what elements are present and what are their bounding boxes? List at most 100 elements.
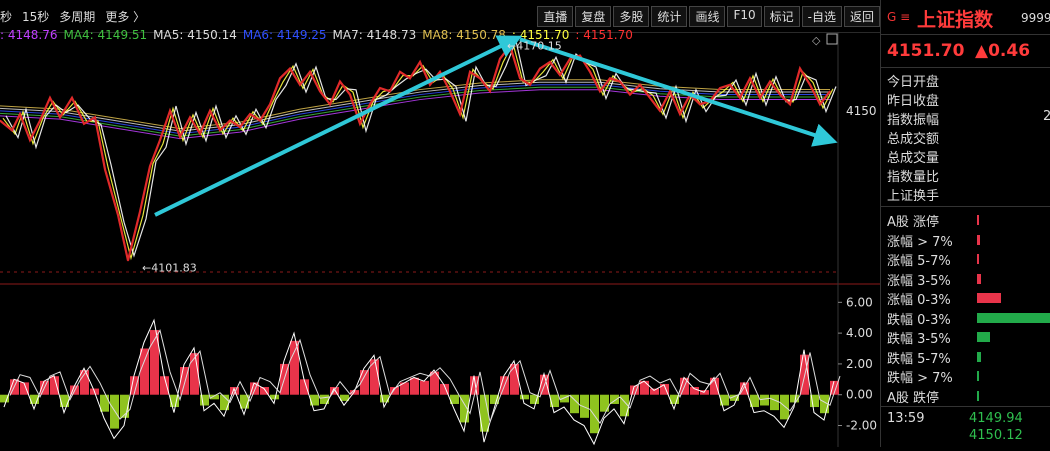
price-point — [94, 116, 96, 119]
stat-label: 上证换手 — [887, 189, 940, 204]
price-point — [149, 165, 151, 167]
distribution-bar — [977, 390, 979, 401]
price-point — [39, 119, 41, 122]
indicator-bar — [760, 394, 769, 406]
price-point — [117, 214, 119, 216]
indicator-bar — [520, 394, 529, 400]
indicator-bar — [590, 394, 599, 434]
price-point — [199, 132, 201, 135]
price-point — [209, 110, 211, 112]
price-point — [829, 90, 831, 93]
period-option[interactable]: 15秒 — [22, 10, 49, 24]
price-point — [219, 129, 221, 132]
price-point — [679, 113, 681, 115]
diamond-icon: ◇ — [812, 34, 821, 47]
price-point — [459, 113, 461, 115]
period-option[interactable]: 秒 — [0, 10, 12, 24]
tool-button[interactable]: F10 — [727, 6, 762, 27]
price-point — [759, 97, 761, 99]
distribution-row: 跌幅 > 7% — [881, 367, 1050, 387]
distribution-bar — [977, 215, 979, 225]
advance-decline-distribution: A股 涨停 涨幅 > 7% 涨幅 5-7% 涨幅 3-5% 涨幅 0-3% 跌幅 0-3%… — [881, 207, 1050, 407]
kline-chart[interactable]: 4150 ←4101.83 ←4170.15 ◇ 6.00 4.00 2.00 0.00 -2.… — [0, 32, 880, 447]
price-point — [229, 119, 231, 122]
price-point — [139, 210, 141, 213]
quote-header: G ≡ 上证指数 999999 — [881, 0, 1050, 35]
price-point — [419, 61, 421, 63]
distribution-row: A股 涨停 — [881, 211, 1050, 231]
distribution-label: 跌幅 3-5% — [887, 332, 951, 347]
stat-row: 今日开盘 — [881, 71, 1050, 90]
price-point — [409, 77, 411, 80]
tool-button[interactable]: 标记 — [763, 6, 800, 27]
price-change: ▲0.46 — [975, 41, 1031, 61]
distribution-row: 跌幅 5-7% — [881, 348, 1050, 368]
period-option[interactable]: 更多 〉 — [105, 10, 145, 24]
price-point — [439, 70, 441, 73]
index-code: 999999 — [1021, 11, 1050, 25]
price-point — [779, 93, 781, 96]
price-line — [0, 43, 831, 261]
price-point — [669, 90, 671, 93]
price-point — [399, 70, 401, 73]
stat-row: 总成交额 — [881, 128, 1050, 147]
distribution-bar — [977, 332, 990, 342]
tool-button[interactable]: -自选 — [801, 6, 842, 27]
tool-button[interactable]: 统计 — [651, 6, 688, 27]
distribution-label: A股 涨停 — [887, 215, 940, 230]
price-point — [259, 119, 261, 122]
maximize-icon — [826, 33, 838, 45]
index-name[interactable]: 上证指数 — [917, 5, 993, 32]
price-point — [629, 93, 631, 96]
price-point — [539, 67, 541, 70]
tool-button[interactable]: 返回 — [843, 6, 880, 27]
tick-row: 13:59 4149.94 — [881, 411, 1050, 428]
price-point — [449, 90, 451, 93]
indicator-bar — [110, 394, 119, 429]
price-point — [389, 90, 391, 93]
indicator-bar — [510, 363, 519, 395]
tick-value: 4150.12 — [969, 428, 1023, 443]
chart-svg[interactable]: 4150 ←4101.83 ←4170.15 ◇ 6.00 4.00 2.00 0.00 -2.… — [0, 32, 880, 447]
stat-label: 今日开盘 — [887, 75, 940, 90]
price-point — [379, 87, 381, 89]
tool-button[interactable]: 画线 — [689, 6, 726, 27]
price-point — [127, 259, 129, 262]
price-point — [169, 110, 171, 112]
price-point — [469, 70, 471, 73]
price-point — [559, 74, 561, 76]
price-point — [489, 90, 491, 93]
period-option[interactable]: 多周期 — [59, 10, 95, 24]
price-point — [104, 168, 106, 171]
extreme-label: ←4170.15 — [507, 39, 562, 52]
price-point — [529, 84, 531, 86]
distribution-label: 涨幅 3-5% — [887, 273, 951, 289]
tool-button[interactable]: 复盘 — [575, 6, 612, 27]
price-point — [799, 67, 801, 70]
distribution-label: 跌幅 0-3% — [887, 312, 951, 328]
distribution-label: 跌幅 > 7% — [887, 371, 953, 386]
price-point — [189, 116, 191, 119]
price-point — [699, 103, 701, 106]
price-point — [249, 113, 251, 115]
tool-button[interactable]: 直播 — [537, 6, 574, 27]
stat-label: 指数量比 — [887, 170, 940, 185]
tick-time: 13:59 — [887, 411, 925, 426]
price-point — [479, 77, 481, 80]
distribution-row: 涨幅 > 7% — [881, 231, 1050, 251]
short-ma-line — [2, 41, 834, 261]
price-point — [359, 123, 361, 125]
last-price: 4151.70 — [887, 41, 965, 61]
tool-button[interactable]: 多股 — [613, 6, 650, 27]
distribution-label: 跌幅 5-7% — [887, 351, 951, 367]
tick-list: 13:59 4149.94 4150.12 — [881, 407, 1050, 445]
price-row: 4151.70 ▲0.46 — [881, 35, 1050, 68]
price-point — [769, 80, 771, 83]
tick-value: 4149.94 — [969, 411, 1023, 426]
price-point — [739, 97, 741, 99]
price-point — [749, 77, 751, 80]
stat-row: 指数振幅 2 — [881, 109, 1050, 128]
extreme-label: ←4101.83 — [142, 262, 197, 275]
indicator-bar — [100, 394, 109, 412]
indicator-tick-label: 2.00 — [846, 357, 873, 371]
